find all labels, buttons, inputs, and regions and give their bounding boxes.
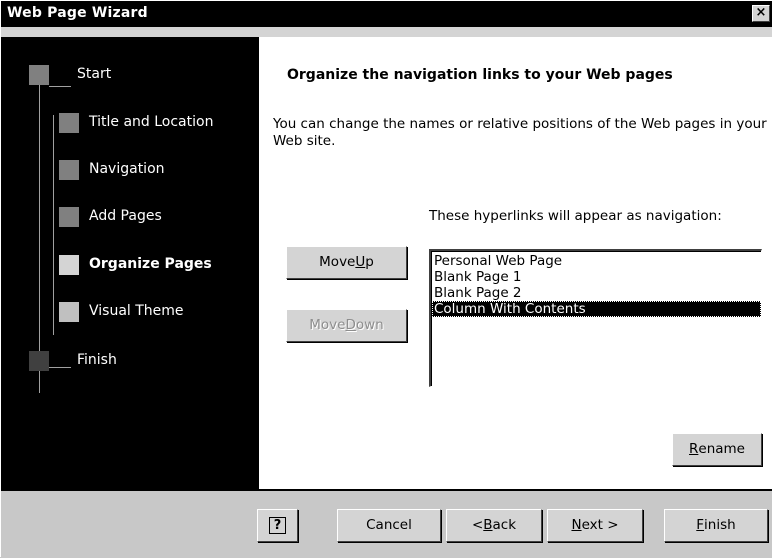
step-navigation[interactable]: Navigation	[1, 156, 259, 186]
move-down-button[interactable]: Move Down	[286, 309, 407, 342]
step-title-and-location[interactable]: Title and Location	[1, 109, 259, 139]
step-finish[interactable]: Finish	[1, 347, 259, 377]
finish-label-post: inish	[704, 517, 736, 533]
step-visual-theme[interactable]: Visual Theme	[1, 298, 259, 328]
step-square	[59, 160, 79, 180]
step-square-current	[59, 255, 79, 275]
step-visual-theme-label: Visual Theme	[89, 303, 184, 319]
list-item[interactable]: Personal Web Page	[432, 253, 761, 269]
title-bar[interactable]: Web Page Wizard ×	[1, 1, 772, 27]
step-start-square	[29, 65, 49, 85]
content-panel: Organize the navigation links to your We…	[259, 37, 772, 489]
step-add-pages[interactable]: Add Pages	[1, 203, 259, 233]
step-connector	[49, 86, 71, 87]
step-finish-label: Finish	[77, 352, 117, 368]
step-connector	[49, 367, 71, 368]
finish-button[interactable]: Finish	[664, 509, 768, 542]
move-down-label-pre: Move	[309, 317, 346, 333]
cancel-button[interactable]: Cancel	[337, 509, 441, 542]
window-title: Web Page Wizard	[7, 5, 148, 21]
step-start-label: Start	[77, 66, 112, 82]
move-up-mnemonic: U	[355, 254, 366, 270]
step-finish-square	[29, 351, 49, 371]
help-icon: ?	[268, 517, 287, 534]
back-label-pre: <	[471, 517, 484, 533]
step-square	[59, 302, 79, 322]
footer-separator	[1, 489, 772, 491]
back-mnemonic: B	[483, 517, 493, 533]
list-item[interactable]: Blank Page 2	[432, 285, 761, 301]
cancel-label: Cancel	[366, 517, 412, 533]
list-caption: These hyperlinks will appear as navigati…	[429, 208, 722, 224]
move-down-label-post: own	[355, 317, 384, 333]
rename-button[interactable]: Rename	[672, 433, 762, 466]
navigation-links-list[interactable]: Personal Web Page Blank Page 1 Blank Pag…	[429, 249, 762, 387]
list-item-selected[interactable]: Column With Contents	[432, 301, 761, 317]
move-up-label-post: p	[365, 254, 374, 270]
description-text: You can change the names or relative pos…	[273, 116, 767, 149]
step-square	[59, 113, 79, 133]
wizard-window: Web Page Wizard × Start Title and Locati…	[0, 0, 772, 558]
list-item[interactable]: Blank Page 1	[432, 269, 761, 285]
close-button[interactable]: ×	[752, 5, 770, 22]
rename-label-post: ename	[698, 441, 745, 457]
finish-mnemonic: F	[696, 517, 705, 533]
next-mnemonic: N	[571, 517, 582, 533]
rename-mnemonic: R	[689, 441, 699, 457]
back-label-post: ack	[492, 517, 517, 533]
step-start[interactable]: Start	[1, 61, 259, 91]
move-down-mnemonic: D	[345, 317, 356, 333]
step-add-pages-label: Add Pages	[89, 208, 162, 224]
step-panel: Start Title and Location Navigation Add …	[1, 37, 259, 489]
step-organize-pages-label: Organize Pages	[89, 256, 212, 272]
back-button[interactable]: < Back	[446, 509, 542, 542]
step-organize-pages[interactable]: Organize Pages	[1, 251, 259, 281]
step-square	[59, 207, 79, 227]
close-icon: ×	[755, 5, 767, 20]
help-button[interactable]: ?	[257, 509, 298, 542]
move-up-button[interactable]: Move Up	[286, 246, 407, 279]
step-title-label: Title and Location	[89, 114, 214, 130]
next-label-post: ext >	[581, 517, 619, 533]
next-button[interactable]: Next >	[547, 509, 643, 542]
page-heading: Organize the navigation links to your We…	[287, 67, 673, 83]
step-navigation-label: Navigation	[89, 161, 165, 177]
move-up-label-pre: Move	[319, 254, 356, 270]
